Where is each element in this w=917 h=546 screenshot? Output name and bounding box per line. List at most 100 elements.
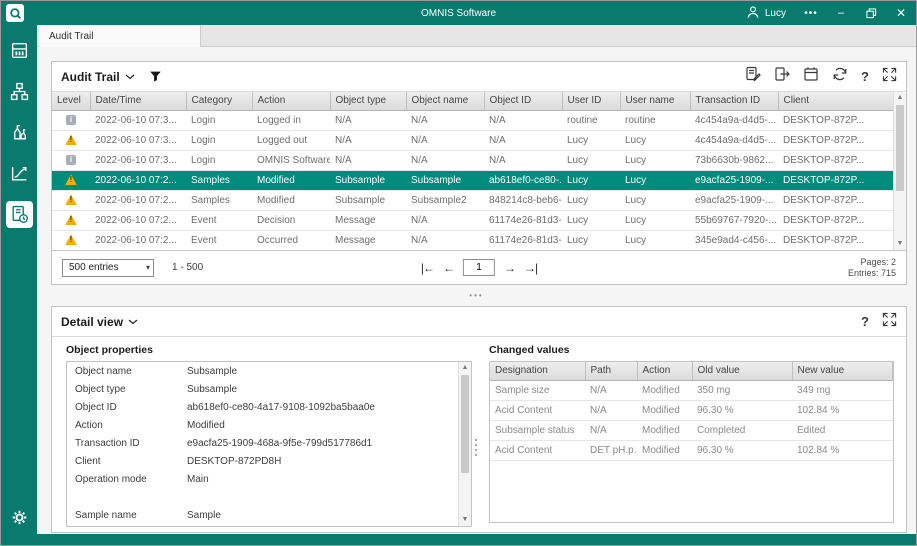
cell-object-type: Message <box>330 230 406 250</box>
detail-view-panel: Detail view ? Object properties Object n… <box>51 306 907 533</box>
calendar-icon[interactable] <box>803 66 819 87</box>
property-label: Sample name <box>75 509 137 521</box>
cell-user-name: Lucy <box>620 210 690 231</box>
cell-old-value: 96.30 % <box>692 400 792 421</box>
scroll-down-icon[interactable]: ▼ <box>894 238 906 250</box>
col-designation[interactable]: Designation <box>490 362 586 381</box>
scrollbar-thumb[interactable] <box>896 105 904 191</box>
panel-splitter-handle[interactable]: ••• <box>37 290 916 302</box>
audit-table-footer: 500 entries ▾ 1 - 500 |← ← → →| Pages: 2… <box>52 250 906 284</box>
cell-object-name: N/A <box>406 130 484 151</box>
property-row: Operation mode Main <box>67 470 471 488</box>
col-category[interactable]: Category <box>186 92 253 111</box>
next-page-button[interactable]: → <box>504 261 516 275</box>
changed-value-row[interactable]: Acid Content N/A Modified 96.30 % 102.84… <box>490 400 893 421</box>
refresh-icon[interactable] <box>832 66 848 87</box>
col-user-name[interactable]: User name <box>620 92 691 111</box>
cell-category: Login <box>186 130 252 151</box>
help-button[interactable]: ? <box>861 315 869 328</box>
sidebar-item-titration[interactable] <box>6 119 33 146</box>
sidebar-item-methods[interactable] <box>6 160 33 187</box>
chevron-down-icon[interactable] <box>128 319 138 325</box>
col-object-type[interactable]: Object type <box>330 92 407 111</box>
cell-datetime: 2022-06-10 07:3... <box>90 150 186 171</box>
cell-user-id: Lucy <box>562 170 620 191</box>
user-menu[interactable]: Lucy <box>736 1 796 25</box>
col-object-id[interactable]: Object ID <box>484 92 563 111</box>
changed-value-row[interactable]: Subsample status N/A Modified Completed … <box>490 420 893 441</box>
col-transaction-id[interactable]: Transaction ID <box>690 92 779 111</box>
cell-action: Occurred <box>252 230 330 250</box>
col-level[interactable]: Level <box>52 92 91 111</box>
export-icon[interactable] <box>774 66 790 87</box>
detail-view-title[interactable]: Detail view <box>61 315 123 329</box>
changed-value-row[interactable]: Sample size N/A Modified 350 mg 349 mg <box>490 380 893 401</box>
sidebar-item-audit-trail[interactable] <box>5 201 33 228</box>
changed-value-row[interactable]: Acid Content DET pH.p... Modified 96.30 … <box>490 440 893 461</box>
previous-page-button[interactable]: ← <box>443 261 455 275</box>
close-button[interactable]: ✕ <box>886 1 916 25</box>
cell-designation: Sample size <box>490 380 585 401</box>
audit-trail-title[interactable]: Audit Trail <box>61 70 120 84</box>
col-client[interactable]: Client <box>778 92 895 111</box>
cell-datetime: 2022-06-10 07:2... <box>90 230 186 250</box>
scrollbar-thumb[interactable] <box>461 375 469 473</box>
cell-category: Login <box>186 110 252 131</box>
warning-level-icon <box>65 134 77 146</box>
property-row: Sample name Sample <box>67 506 471 524</box>
tab-audit-trail[interactable]: Audit Trail <box>39 25 201 47</box>
cell-designation: Subsample status <box>490 420 585 441</box>
entries-per-page-select[interactable]: 500 entries ▾ <box>62 258 154 277</box>
last-page-button[interactable]: →| <box>524 261 538 275</box>
property-row <box>67 488 471 506</box>
page-number-input[interactable] <box>463 259 495 276</box>
table-row[interactable]: 2022-06-10 07:3... Login Logged in N/A N… <box>52 110 894 131</box>
table-row[interactable]: 2022-06-10 07:2... Samples Modified Subs… <box>52 190 894 211</box>
restore-button[interactable] <box>856 1 886 25</box>
detail-splitter-handle[interactable] <box>475 439 477 456</box>
table-row-selected[interactable]: 2022-06-10 07:2... Samples Modified Subs… <box>52 170 894 191</box>
col-user-id[interactable]: User ID <box>562 92 621 111</box>
sidebar-item-workflow[interactable] <box>6 78 33 105</box>
col-new-value[interactable]: New value <box>792 362 893 381</box>
col-path[interactable]: Path <box>585 362 638 381</box>
table-row[interactable]: 2022-06-10 07:2... Event Occurred Messag… <box>52 230 894 250</box>
expand-icon[interactable] <box>882 67 897 87</box>
chevron-down-icon[interactable] <box>125 74 135 80</box>
table-row[interactable]: 2022-06-10 07:3... Login OMNIS Software.… <box>52 150 894 171</box>
cell-old-value: 96.30 % <box>692 440 792 461</box>
filter-icon[interactable] <box>149 70 162 83</box>
chevron-down-icon: ▾ <box>145 262 150 272</box>
col-cv-action[interactable]: Action <box>637 362 693 381</box>
col-old-value[interactable]: Old value <box>692 362 793 381</box>
scroll-up-icon[interactable]: ▲ <box>894 92 906 104</box>
sign-report-icon[interactable] <box>745 66 761 87</box>
sidebar-item-sample-storage[interactable] <box>6 37 33 64</box>
scroll-up-icon[interactable]: ▲ <box>459 362 471 374</box>
more-options-button[interactable]: ••• <box>796 1 826 25</box>
object-properties-scrollbar[interactable]: ▲ ▼ <box>458 362 471 526</box>
table-row[interactable]: 2022-06-10 07:2... Event Decision Messag… <box>52 210 894 231</box>
expand-icon[interactable] <box>882 312 897 332</box>
changed-values-header-row: Designation Path Action Old value New va… <box>490 362 893 381</box>
property-label: Object name <box>75 365 132 377</box>
cell-transaction-id: 4c454a9a-d4d5-... <box>690 110 778 131</box>
property-label: Transaction ID <box>75 437 140 449</box>
first-page-button[interactable]: |← <box>421 261 435 275</box>
cell-user-id: routine <box>562 110 620 131</box>
info-level-icon <box>66 114 76 125</box>
scroll-down-icon[interactable]: ▼ <box>459 514 471 526</box>
property-label: Action <box>75 419 103 431</box>
audit-table-scrollbar[interactable]: ▲ ▼ <box>893 92 906 250</box>
col-action[interactable]: Action <box>252 92 331 111</box>
minimize-button[interactable]: – <box>826 1 856 25</box>
col-datetime[interactable]: Date/Time <box>90 92 187 111</box>
cell-category: Samples <box>186 170 252 191</box>
audit-trail-header: Audit Trail ? <box>52 62 906 92</box>
help-button[interactable]: ? <box>861 70 869 83</box>
settings-gear-icon[interactable] <box>11 509 28 531</box>
entries-per-page-value: 500 entries <box>69 262 119 273</box>
table-row[interactable]: 2022-06-10 07:3... Login Logged out N/A … <box>52 130 894 151</box>
cell-designation: Acid Content <box>490 400 585 421</box>
col-object-name[interactable]: Object name <box>406 92 485 111</box>
